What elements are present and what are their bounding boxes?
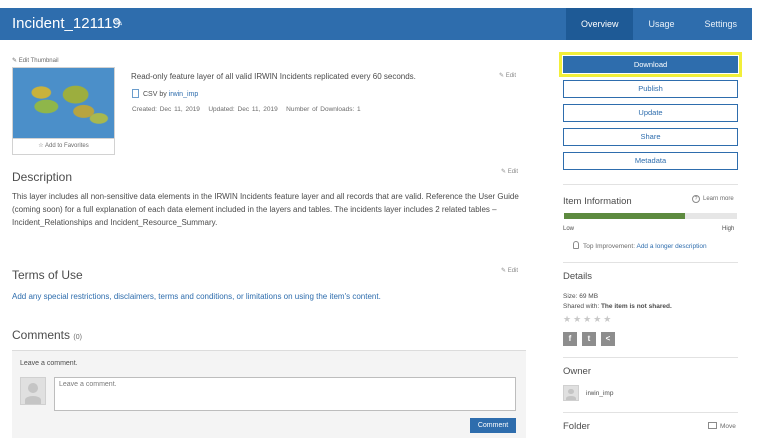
item-title: Incident_121119	[12, 15, 121, 32]
edit-summary-link[interactable]: ✎ Edit	[499, 72, 516, 79]
divider	[563, 184, 738, 185]
pencil-icon: ✎	[501, 268, 507, 274]
tab-usage[interactable]: Usage	[633, 8, 689, 40]
update-button[interactable]: Update	[563, 104, 738, 122]
add-terms-link[interactable]: Add any special restrictions, disclaimer…	[12, 292, 381, 301]
edit-thumbnail-link[interactable]: ✎ Edit Thumbnail	[12, 57, 59, 64]
shared-with: Shared with: The item is not shared.	[563, 302, 672, 312]
created-date: Created: Dec 11, 2019	[132, 106, 200, 113]
item-size: Size: 69 MB	[563, 293, 599, 300]
rating-stars[interactable]: ★★★★★	[563, 314, 613, 325]
item-thumbnail: ☆ Add to Favorites	[12, 67, 115, 155]
add-longer-description-link[interactable]: Add a longer description	[636, 243, 706, 250]
terms-heading: Terms of Use	[12, 268, 83, 282]
publish-button[interactable]: Publish	[563, 80, 738, 98]
edit-title-pencil-icon[interactable]: ✎	[114, 16, 123, 29]
details-heading: Details	[563, 271, 593, 282]
folder-icon	[708, 422, 717, 429]
comments-heading: Comments (0)	[12, 328, 82, 342]
pencil-icon: ✎	[501, 169, 507, 175]
edit-label: Edit	[507, 268, 519, 274]
owner-name[interactable]: irwin_imp	[586, 390, 613, 397]
learn-more-label: Learn more	[703, 196, 734, 202]
facebook-icon[interactable]: f	[563, 332, 577, 346]
add-to-favorites-button[interactable]: ☆ Add to Favorites	[13, 138, 114, 154]
item-nav-tabs: Overview Usage Settings	[565, 8, 752, 40]
metadata-button[interactable]: Metadata	[563, 152, 738, 170]
item-summary: Read-only feature layer of all valid IRW…	[131, 72, 416, 81]
lightbulb-icon	[573, 241, 579, 249]
updated-date: Updated: Dec 11, 2019	[208, 106, 278, 113]
edit-terms-link[interactable]: ✎ Edit	[501, 267, 518, 274]
edit-thumbnail-label: Edit Thumbnail	[18, 58, 59, 64]
download-highlight: Download	[559, 52, 742, 77]
comments-title: Comments	[12, 328, 71, 342]
divider	[563, 357, 738, 358]
comment-prompt: Leave a comment.	[20, 360, 78, 367]
help-icon: ?	[692, 195, 700, 203]
document-icon	[132, 89, 139, 98]
progress-fill	[564, 213, 686, 219]
description-heading: Description	[12, 170, 73, 184]
progress-low-label: Low	[563, 226, 575, 232]
shared-with-label: Shared with:	[563, 303, 600, 310]
details-info: Size: 69 MB Shared with: The item is not…	[563, 292, 672, 312]
edit-label: Edit	[507, 169, 519, 175]
divider	[563, 412, 738, 413]
item-meta: Created: Dec 11, 2019 Updated: Dec 11, 2…	[132, 106, 361, 113]
share-link-icon[interactable]: <	[601, 332, 615, 346]
shared-with-value: The item is not shared.	[600, 303, 672, 310]
edit-label: Edit	[505, 73, 517, 79]
item-header: Incident_121119 ✎ Overview Usage Setting…	[0, 8, 752, 40]
description-text: This layer includes all non-sensitive da…	[12, 192, 519, 227]
download-count: Number of Downloads: 1	[286, 106, 361, 113]
user-avatar-icon	[20, 377, 46, 405]
progress-high-label: High	[722, 226, 735, 232]
owner-link[interactable]: irwin_imp	[169, 91, 199, 98]
move-folder-button[interactable]: Move	[708, 422, 736, 430]
item-type-line: CSV by irwin_imp	[132, 89, 198, 98]
item-type-label: CSV by	[143, 91, 167, 98]
learn-more-link[interactable]: ? Learn more	[692, 195, 734, 203]
folder-heading: Folder	[563, 421, 590, 432]
tab-overview[interactable]: Overview	[565, 8, 634, 40]
twitter-icon[interactable]: t	[582, 332, 596, 346]
item-information-progress-bar	[564, 213, 737, 219]
divider	[563, 262, 738, 263]
comment-input[interactable]	[54, 377, 516, 411]
pencil-icon: ✎	[499, 73, 505, 79]
owner-heading: Owner	[563, 366, 591, 377]
top-improvement-label: Top Improvement:	[583, 243, 636, 250]
add-to-favorites-label: Add to Favorites	[45, 143, 89, 149]
owner-avatar-icon	[563, 385, 579, 401]
move-label: Move	[720, 423, 736, 430]
item-information-heading: Item Information	[563, 196, 632, 207]
download-button[interactable]: Download	[563, 56, 738, 73]
edit-description-link[interactable]: ✎ Edit	[501, 168, 518, 175]
comment-button[interactable]: Comment	[470, 418, 516, 433]
top-improvement: Top Improvement: Add a longer descriptio…	[573, 241, 707, 250]
comments-count: (0)	[73, 334, 82, 341]
share-button[interactable]: Share	[563, 128, 738, 146]
star-icon: ☆	[38, 143, 44, 149]
world-map-thumbnail-image	[13, 68, 114, 138]
pencil-icon: ✎	[12, 58, 18, 64]
comment-form: Leave a comment. Comment	[12, 350, 526, 438]
tab-settings[interactable]: Settings	[689, 8, 752, 40]
